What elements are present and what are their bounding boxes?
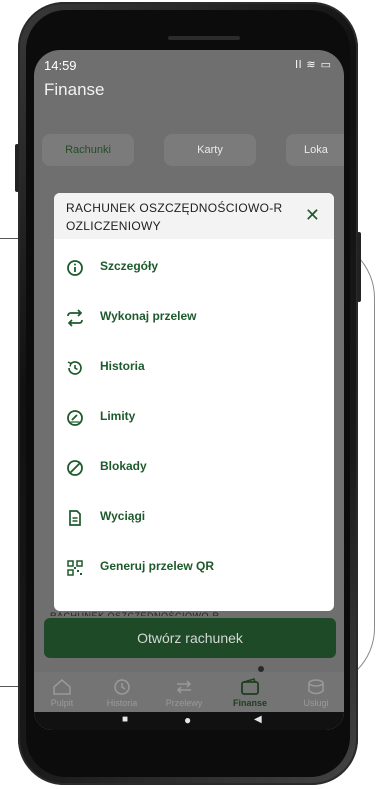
nav-uslugi[interactable]: Usługi [288, 678, 344, 708]
back-button[interactable]: ◀ [254, 714, 262, 725]
close-icon[interactable]: ✕ [305, 205, 320, 226]
system-navigation-bar: ■ ● ◀ [34, 712, 344, 730]
open-account-button[interactable]: Otwórz rachunek [44, 618, 336, 658]
actions-menu: Szczegóły Wykonaj przelew Historia Limit… [54, 243, 334, 593]
menu-item-wyciagi[interactable]: Wyciągi [54, 493, 334, 543]
menu-item-wykonaj-przelew[interactable]: Wykonaj przelew [54, 293, 334, 343]
home-button[interactable]: ● [184, 713, 191, 727]
page-title: Finanse [44, 80, 105, 99]
menu-item-historia[interactable]: Historia [54, 343, 334, 393]
nav-label: Usługi [303, 698, 329, 708]
menu-item-label: Generuj przelew QR [100, 559, 215, 573]
status-bar: 14:59 ll ≋ ▭ [34, 50, 344, 74]
menu-item-blokady[interactable]: Blokady [54, 443, 334, 493]
tab-label: Loka [304, 144, 328, 156]
nav-label: Pulpit [50, 698, 74, 708]
nav-finanse[interactable]: Finanse [222, 678, 278, 708]
services-icon [308, 679, 324, 695]
menu-item-limity[interactable]: Limity [54, 393, 334, 443]
wallet-icon [241, 678, 259, 695]
phone-screen: 14:59 ll ≋ ▭ Finanse Rachunki Karty Loka… [34, 50, 344, 730]
nav-label: Finanse [232, 698, 267, 708]
block-icon [67, 460, 83, 476]
qr-code-icon [67, 560, 83, 576]
menu-item-label: Limity [100, 409, 136, 423]
info-icon [67, 260, 83, 276]
nav-pulpit[interactable]: Pulpit [34, 678, 90, 708]
menu-item-label: Blokady [100, 459, 147, 473]
status-time: 14:59 [44, 58, 77, 73]
gauge-icon [67, 410, 83, 426]
volume-button [15, 144, 19, 192]
history-icon [67, 361, 82, 375]
transfer-arrows-icon [67, 309, 83, 327]
tab-rachunki[interactable]: Rachunki [42, 134, 134, 166]
recents-button[interactable]: ■ [122, 714, 128, 725]
tab-label: Rachunki [65, 144, 111, 156]
menu-item-label: Szczegóły [100, 259, 159, 273]
speaker-grille [168, 36, 240, 40]
document-icon [69, 510, 81, 526]
account-actions-modal: RACHUNEK OSZCZĘDNOŚCIOWO-R OZLICZENIOWY … [54, 193, 334, 611]
history-icon [114, 679, 130, 695]
nav-label: Historia [106, 698, 138, 708]
power-button [357, 232, 361, 302]
modal-header: RACHUNEK OSZCZĘDNOŚCIOWO-R OZLICZENIOWY … [54, 193, 334, 239]
menu-item-szczegoly[interactable]: Szczegóły [54, 243, 334, 293]
tab-karty[interactable]: Karty [164, 134, 256, 166]
home-icon [53, 679, 71, 695]
open-account-label: Otwórz rachunek [137, 630, 243, 646]
tab-lokaty[interactable]: Loka [286, 134, 344, 166]
account-tabs: Rachunki Karty Loka [42, 134, 344, 168]
modal-title: RACHUNEK OSZCZĘDNOŚCIOWO-R OZLICZENIOWY [66, 201, 283, 233]
menu-item-generuj-qr[interactable]: Generuj przelew QR [54, 543, 334, 593]
nav-przelewy[interactable]: Przelewy [156, 678, 212, 708]
tab-label: Karty [197, 144, 223, 156]
menu-item-label: Historia [100, 359, 145, 373]
nav-label: Przelewy [165, 698, 203, 708]
menu-item-label: Wykonaj przelew [100, 309, 197, 323]
nav-historia[interactable]: Historia [94, 678, 150, 708]
status-icons: ll ≋ ▭ [295, 59, 332, 71]
menu-item-label: Wyciągi [100, 509, 146, 523]
transfer-icon [176, 680, 192, 694]
